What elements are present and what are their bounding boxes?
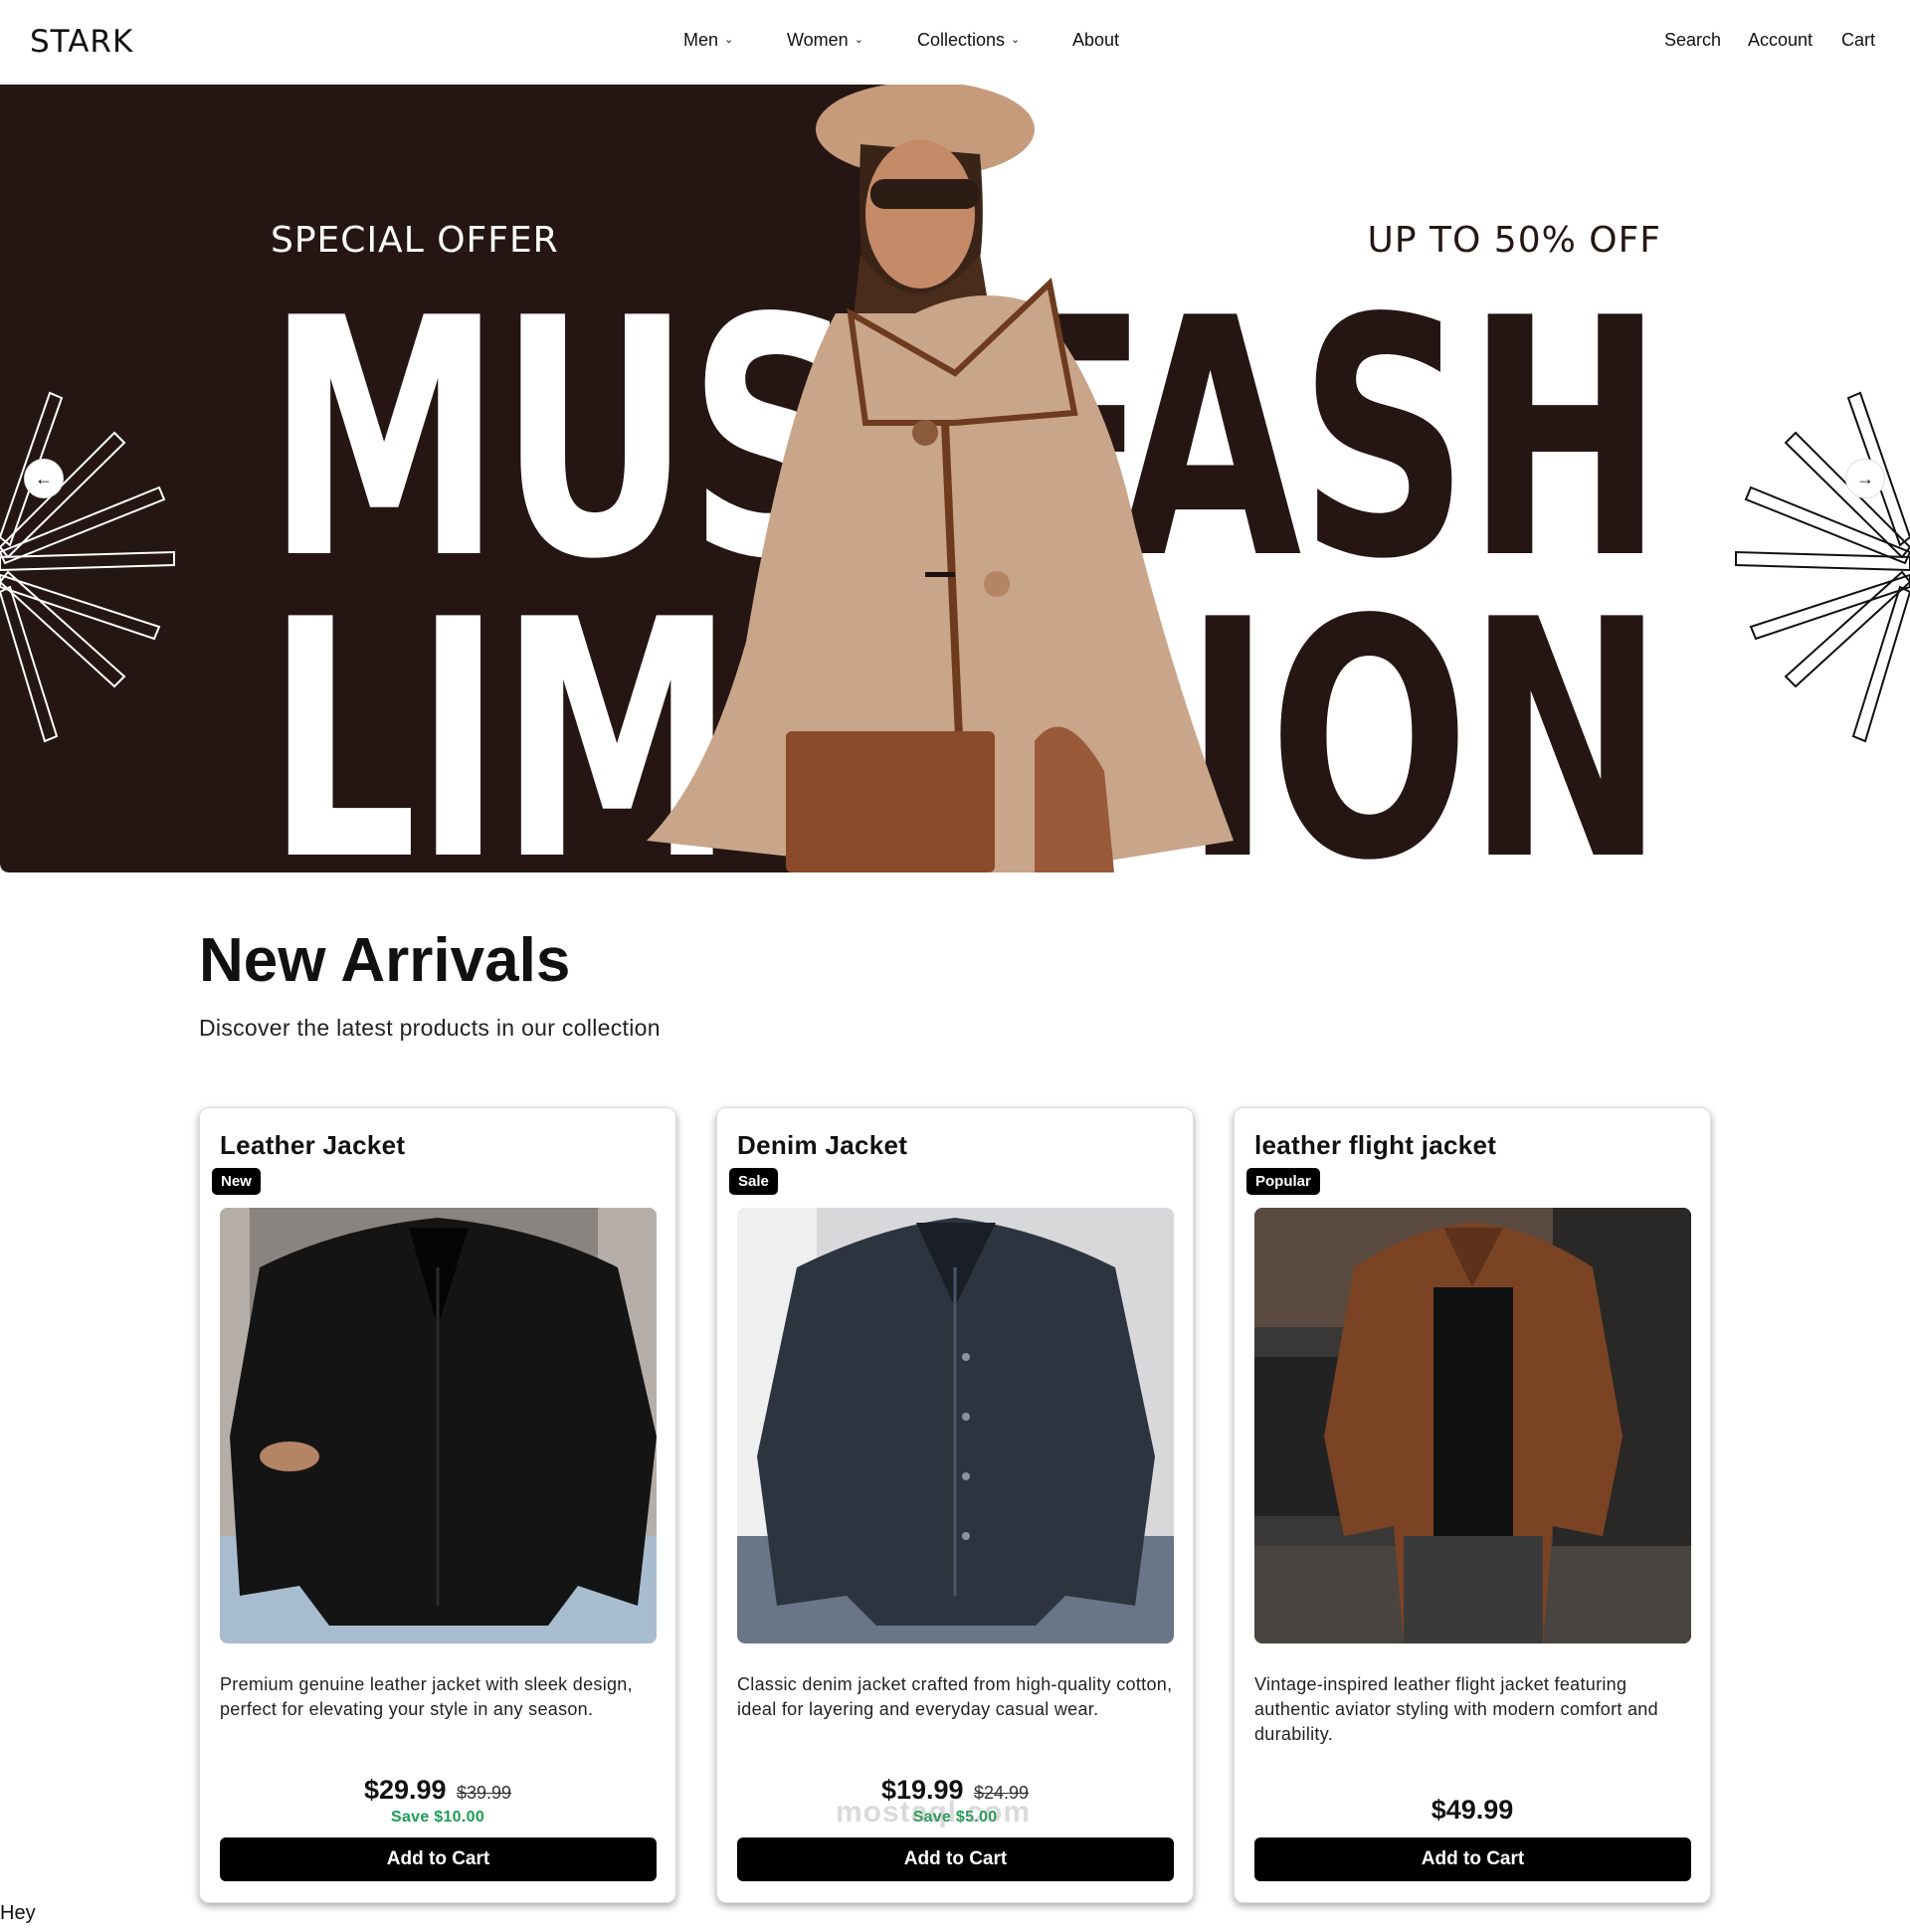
- hero-prev-button[interactable]: ←: [24, 459, 64, 498]
- burst-decoration-right: [1735, 391, 1910, 743]
- nav-label: Collections: [917, 30, 1006, 50]
- product-card[interactable]: leather flight jacket Popular Vintage-in…: [1234, 1107, 1711, 1903]
- product-badge: Popular: [1246, 1168, 1320, 1195]
- product-price: $49.99: [1431, 1795, 1514, 1825]
- nav-item-women[interactable]: Women ⌄: [787, 30, 863, 51]
- product-badge: New: [212, 1168, 261, 1195]
- section-title: New Arrivals: [199, 926, 571, 995]
- search-link[interactable]: Search: [1664, 30, 1721, 51]
- add-to-cart-button[interactable]: Add to Cart: [1254, 1837, 1691, 1881]
- section-subtitle: Discover the latest products in our coll…: [199, 1015, 661, 1041]
- product-badge: Sale: [729, 1168, 778, 1195]
- product-savings: Save $10.00: [390, 1809, 485, 1826]
- product-image[interactable]: [737, 1208, 1174, 1643]
- watermark: mostaql.com: [836, 1796, 1032, 1829]
- add-to-cart-button[interactable]: Add to Cart: [737, 1837, 1174, 1881]
- chevron-down-icon: ⌄: [854, 34, 863, 46]
- product-image[interactable]: [1254, 1208, 1691, 1643]
- product-description: Premium genuine leather jacket with slee…: [220, 1674, 633, 1719]
- nav-label: Women: [787, 30, 849, 50]
- product-name[interactable]: Leather Jacket: [220, 1130, 405, 1161]
- site-logo[interactable]: STARK: [30, 24, 133, 60]
- burst-decoration-left: [0, 391, 175, 743]
- price-row: $49.99: [1235, 1795, 1710, 1826]
- product-card[interactable]: Leather Jacket New Premium genuine leath…: [199, 1107, 676, 1903]
- product-name[interactable]: leather flight jacket: [1254, 1130, 1496, 1161]
- hero-next-button[interactable]: →: [1845, 459, 1885, 498]
- add-to-cart-button[interactable]: Add to Cart: [220, 1837, 657, 1881]
- product-description: Vintage-inspired leather flight jacket f…: [1254, 1674, 1658, 1744]
- nav-label: Men: [683, 30, 719, 50]
- footer-text: Hey: [0, 1902, 36, 1924]
- product-name[interactable]: Denim Jacket: [737, 1130, 907, 1161]
- account-link[interactable]: Account: [1748, 30, 1813, 51]
- product-card[interactable]: Denim Jacket Sale Classic denim jacket c…: [716, 1107, 1194, 1903]
- hero-banner: SPECIAL OFFER UP TO 50% OFF MUS LIM FASH…: [0, 85, 1910, 872]
- cart-link[interactable]: Cart: [1841, 30, 1875, 51]
- hero-model-image: [647, 85, 1234, 872]
- product-old-price: $39.99: [456, 1783, 512, 1803]
- price-row: $29.99 $39.99: [200, 1775, 675, 1806]
- product-image[interactable]: [220, 1208, 657, 1643]
- nav-label: About: [1072, 30, 1120, 50]
- nav-item-about[interactable]: About: [1072, 30, 1119, 51]
- nav-item-men[interactable]: Men ⌄: [683, 30, 733, 51]
- product-description: Classic denim jacket crafted from high-q…: [737, 1674, 1173, 1719]
- chevron-down-icon: ⌄: [724, 34, 734, 46]
- nav-item-collections[interactable]: Collections ⌄: [917, 30, 1020, 51]
- chevron-down-icon: ⌄: [1011, 34, 1021, 46]
- site-header: STARK Men ⌄ Women ⌄ Collections ⌄ About …: [0, 0, 1910, 84]
- product-price: $29.99: [363, 1775, 447, 1805]
